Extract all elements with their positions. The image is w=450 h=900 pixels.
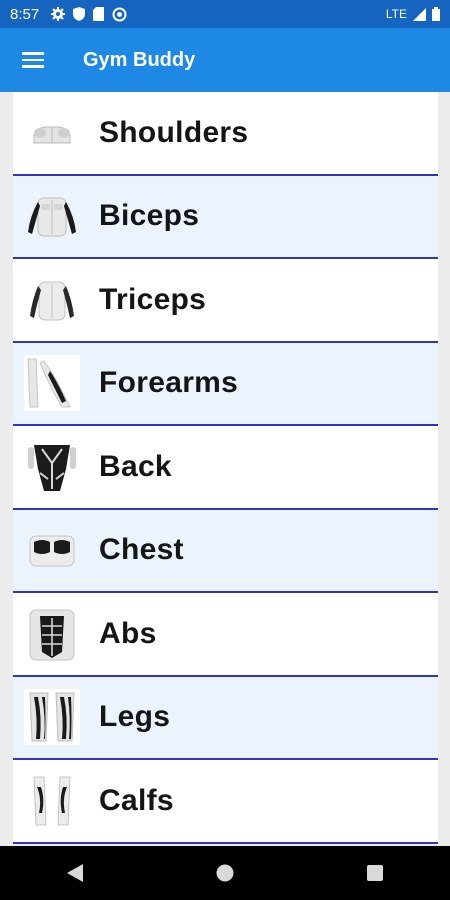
sync-icon: [112, 7, 127, 21]
nav-back-button[interactable]: [45, 853, 105, 893]
status-bar: 8:57 LTE: [0, 0, 450, 28]
nav-home-button[interactable]: [195, 853, 255, 893]
abs-muscle-icon: [24, 606, 80, 662]
sd-card-icon: [93, 7, 105, 21]
list-item-shoulders[interactable]: Shoulders: [13, 92, 438, 176]
home-icon: [216, 864, 234, 882]
hamburger-menu-icon: [22, 48, 44, 72]
list-item-label: Triceps: [99, 282, 207, 316]
list-item-label: Shoulders: [99, 115, 249, 149]
chest-muscle-icon: [24, 522, 80, 578]
list-item-label: Legs: [99, 700, 171, 734]
list-item-label: Abs: [99, 616, 157, 650]
system-navigation-bar: [0, 846, 450, 900]
list-item-label: Chest: [99, 533, 184, 567]
list-item-legs[interactable]: Legs: [13, 676, 438, 760]
gear-icon: [51, 7, 66, 21]
status-system-icons: LTE: [386, 7, 440, 21]
triceps-muscle-icon: [24, 272, 80, 328]
battery-icon: [432, 7, 440, 21]
list-item-abs[interactable]: Abs: [13, 593, 438, 677]
biceps-muscle-icon: [24, 188, 80, 244]
forearms-muscle-icon: [24, 355, 80, 412]
calfs-muscle-icon: [24, 773, 80, 829]
muscle-group-list: Shoulders Biceps Triceps Forearms Back C…: [13, 92, 438, 846]
status-notification-icons: [51, 7, 127, 22]
list-item-chest[interactable]: Chest: [13, 509, 438, 593]
menu-button[interactable]: [0, 28, 66, 92]
network-type: LTE: [385, 7, 407, 21]
list-item-calfs[interactable]: Calfs: [13, 760, 438, 844]
shield-icon: [73, 7, 86, 21]
recents-icon: [367, 865, 383, 881]
status-time: 8:57: [10, 5, 40, 23]
signal-icon: [413, 7, 426, 21]
legs-muscle-icon: [24, 689, 80, 746]
app-bar: Gym Buddy: [0, 28, 450, 92]
list-item-label: Forearms: [99, 366, 239, 400]
list-item-label: Calfs: [99, 783, 174, 817]
back-icon: [67, 864, 83, 882]
list-item-label: Back: [99, 449, 172, 483]
shoulders-muscle-icon: [24, 105, 80, 161]
app-title: Gym Buddy: [83, 48, 196, 71]
list-item-back[interactable]: Back: [13, 426, 438, 510]
nav-recents-button[interactable]: [345, 853, 405, 893]
list-item-label: Biceps: [99, 199, 200, 233]
list-item-biceps[interactable]: Biceps: [13, 175, 438, 259]
back-muscle-icon: [24, 439, 80, 495]
list-item-forearms[interactable]: Forearms: [13, 342, 438, 426]
list-item-triceps[interactable]: Triceps: [13, 259, 438, 343]
